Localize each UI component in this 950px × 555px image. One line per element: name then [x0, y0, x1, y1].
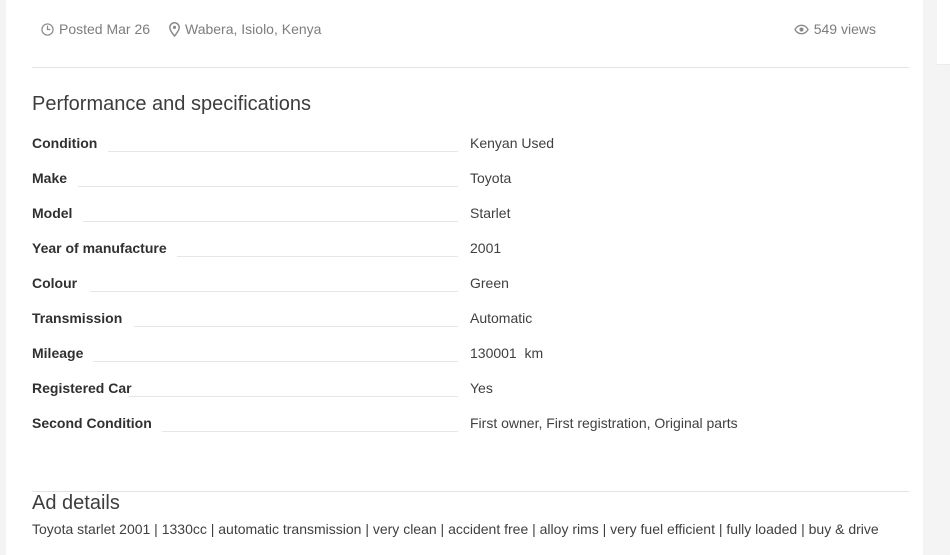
eye-icon — [793, 24, 809, 35]
spec-leader-line — [93, 361, 458, 362]
spec-row-registered-car: Registered Car Yes — [32, 380, 909, 400]
posted-date: Posted Mar 26 — [41, 20, 150, 38]
spec-label: Second Condition — [32, 415, 152, 431]
spec-label: Model — [32, 205, 73, 221]
spec-row-model: Model Starlet — [32, 205, 909, 225]
spec-leader-line — [134, 326, 458, 327]
posted-date-text: Posted Mar 26 — [59, 21, 151, 37]
spec-label: Registered Car — [32, 380, 132, 396]
spec-value: Green — [470, 275, 509, 291]
spec-row-transmission: Transmission Automatic — [32, 310, 909, 330]
spec-value: Starlet — [470, 205, 511, 221]
location-text: Wabera, Isiolo, Kenya — [185, 21, 322, 37]
spec-leader-line — [78, 186, 458, 187]
spec-label: Year of manufacture — [32, 240, 167, 256]
ad-details-title: Ad details — [32, 492, 120, 514]
ad-details-divider — [32, 491, 909, 492]
spec-leader-line — [90, 291, 458, 292]
spec-value: Toyota — [470, 170, 512, 186]
specs-section-title: Performance and specifications — [32, 93, 312, 115]
spec-value: 130001 km — [470, 345, 544, 361]
spec-value: First owner, First registration, Origina… — [470, 415, 738, 431]
spec-label: Colour — [32, 275, 78, 291]
spec-row-mileage: Mileage 130001 km — [32, 345, 909, 365]
spec-value: Kenyan Used — [470, 135, 555, 151]
spec-row-condition: Condition Kenyan Used — [32, 135, 909, 155]
spec-leader-line — [177, 256, 458, 257]
spec-leader-line — [108, 151, 458, 152]
spec-leader-line — [128, 396, 458, 397]
sidebar-edge — [937, 0, 950, 65]
spec-leader-line — [83, 221, 458, 222]
spec-row-year: Year of manufacture 2001 — [32, 240, 909, 260]
ad-description: Toyota starlet 2001 | 1330cc | automatic… — [32, 521, 879, 537]
view-count: 549 views — [793, 20, 876, 38]
spec-label: Transmission — [32, 310, 123, 326]
spec-value: Yes — [470, 380, 493, 396]
spec-label: Condition — [32, 135, 98, 151]
ad-card: Posted Mar 26 Wabera, Isiolo, Kenya 549 … — [6, 0, 923, 555]
spec-value: 2001 — [470, 240, 502, 256]
view-count-text: 549 views — [813, 21, 876, 37]
spec-value: Automatic — [470, 310, 533, 326]
spec-label: Make — [32, 170, 68, 186]
spec-row-make: Make Toyota — [32, 170, 909, 190]
header-divider — [32, 67, 909, 68]
spec-label: Mileage — [32, 345, 84, 361]
map-pin-icon — [169, 21, 180, 37]
spec-leader-line — [162, 431, 458, 432]
spec-row-colour: Colour Green — [32, 275, 909, 295]
ad-location: Wabera, Isiolo, Kenya — [169, 20, 321, 38]
spec-row-second-condition: Second Condition First owner, First regi… — [32, 415, 909, 435]
clock-icon — [41, 22, 54, 36]
